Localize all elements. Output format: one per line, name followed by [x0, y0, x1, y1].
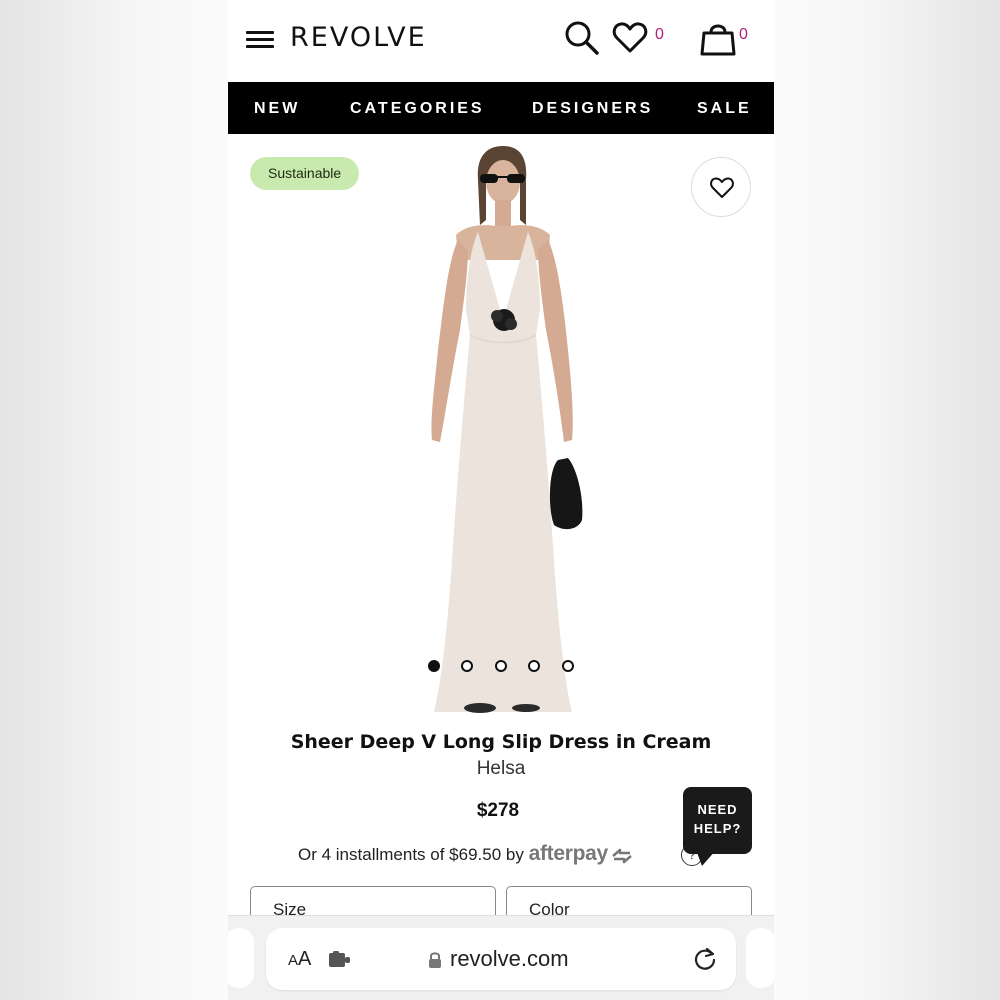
- shopping-bag-icon[interactable]: [698, 18, 738, 58]
- text-size-small: A: [288, 952, 299, 969]
- url-domain[interactable]: revolve.com: [450, 946, 569, 972]
- carousel-dot-1[interactable]: [428, 660, 440, 672]
- carousel-dot-2[interactable]: [461, 660, 473, 672]
- carousel-dot-5[interactable]: [562, 660, 574, 672]
- wishlist-heart-icon[interactable]: [610, 18, 650, 58]
- main-nav: NEW CATEGORIES DESIGNERS SALE: [228, 82, 774, 134]
- background-right: [774, 0, 1000, 1000]
- product-brand[interactable]: Helsa: [228, 758, 774, 780]
- carousel-dots: [428, 660, 574, 672]
- wishlist-count: 0: [655, 26, 664, 43]
- bag-count: 0: [739, 26, 748, 43]
- text-size-button[interactable]: AA: [288, 948, 311, 971]
- reload-icon[interactable]: [692, 946, 718, 972]
- previous-tab[interactable]: [228, 928, 254, 988]
- installments-line: Or 4 installments of $69.50 by afterpay: [298, 842, 634, 866]
- need-help-line2: HELP?: [693, 821, 742, 836]
- nav-designers[interactable]: DESIGNERS: [532, 100, 653, 118]
- afterpay-arrows-icon: [612, 848, 632, 863]
- background-left: [0, 0, 228, 1000]
- extension-icon[interactable]: [328, 950, 352, 970]
- afterpay-logo: afterpay: [528, 842, 609, 865]
- text-size-big: A: [298, 948, 312, 970]
- menu-icon[interactable]: [246, 31, 274, 49]
- nav-sale[interactable]: SALE: [697, 100, 752, 118]
- need-help-line1: NEED: [697, 802, 738, 817]
- heart-icon: [710, 177, 734, 198]
- site-header: REVOLVE 0 0: [228, 0, 774, 82]
- phone-screen: REVOLVE 0 0 NEW CATEGORIES DESIGNERS SAL…: [228, 0, 774, 1000]
- site-logo[interactable]: REVOLVE: [290, 22, 427, 53]
- lock-icon: [429, 952, 441, 968]
- browser-bottom-bar: AA revolve.com: [228, 915, 774, 1000]
- sustainable-badge: Sustainable: [250, 157, 360, 190]
- carousel-dot-4[interactable]: [528, 660, 540, 672]
- nav-categories[interactable]: CATEGORIES: [350, 100, 485, 118]
- next-tab[interactable]: [746, 928, 774, 988]
- need-help-button[interactable]: NEED HELP?: [683, 787, 752, 854]
- product-title: Sheer Deep V Long Slip Dress in Cream: [290, 731, 712, 753]
- add-to-wishlist-button[interactable]: [691, 157, 751, 217]
- installments-text: Or 4 installments of $69.50 by: [298, 845, 529, 864]
- search-icon[interactable]: [562, 18, 602, 58]
- address-bar[interactable]: AA revolve.com: [266, 928, 736, 990]
- need-help-tail: [696, 850, 716, 866]
- nav-new[interactable]: NEW: [254, 100, 300, 118]
- product-photo: [431, 146, 583, 713]
- product-image-carousel[interactable]: Sustainable: [228, 134, 774, 720]
- carousel-dot-3[interactable]: [495, 660, 507, 672]
